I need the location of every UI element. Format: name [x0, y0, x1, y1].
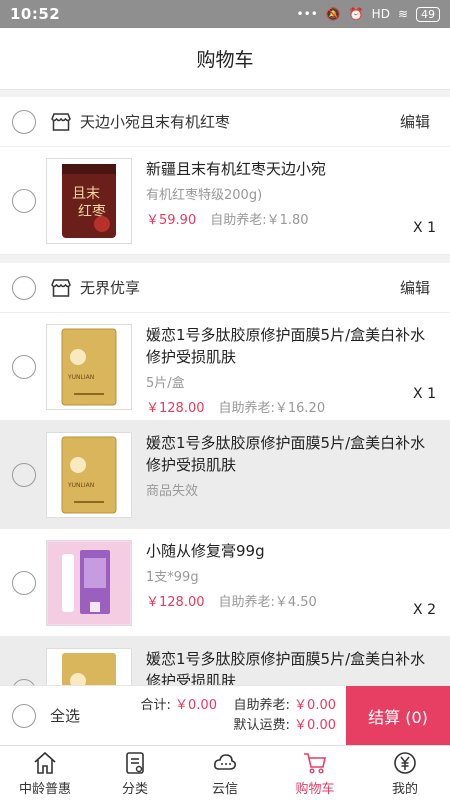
product-image[interactable]: YUNLIAN: [46, 431, 132, 518]
invalid-status: 商品失效: [146, 483, 199, 499]
mute-icon: 🔕: [325, 7, 341, 21]
total-value: ￥0.00: [175, 697, 217, 713]
gold-mask-box-image: YUNLIAN: [61, 328, 117, 405]
tab-cart[interactable]: 购物车: [270, 746, 360, 800]
product-image[interactable]: [46, 539, 132, 626]
tab-label: 中龄普惠: [18, 781, 71, 797]
tab-profile[interactable]: 我的: [360, 746, 450, 800]
product-price: ￥128.00: [146, 400, 205, 416]
totals: 合计: ￥0.00 自助养老: ￥0.00 默认运费: ￥0.00: [141, 696, 337, 736]
edit-button[interactable]: 编辑: [400, 277, 430, 298]
home-icon: [34, 751, 56, 774]
store-section: 天边小宛且末有机红枣 编辑 且末 红枣 新疆且末有机红枣天边小宛 有机红枣特级2…: [0, 97, 450, 255]
battery-level: 49: [416, 6, 440, 22]
cart-item-invalid[interactable]: YUNLIAN 媛恋1号多肽胶原修护面膜5片/盒美白补水修护受损肌肤 商品失效: [0, 421, 450, 529]
gold-mask-box-image: YUNLIAN: [61, 436, 117, 513]
wifi-icon: ≋: [397, 7, 408, 21]
checkout-bar: 全选 合计: ￥0.00 自助养老: ￥0.00 默认运费: ￥0.00 结算 …: [0, 685, 450, 746]
settle-button[interactable]: 结算 (0): [346, 685, 450, 746]
more-dots-icon: •••: [296, 7, 318, 21]
svg-text:且末: 且末: [72, 186, 100, 202]
status-bar: 10:52 ••• 🔕 ⏰ HD ≋ 49: [0, 0, 450, 28]
cart-list[interactable]: 天边小宛且末有机红枣 编辑 且末 红枣 新疆且末有机红枣天边小宛 有机红枣特级2…: [0, 97, 450, 685]
tab-bar: 中龄普惠 分类 云信 购物车 我的: [0, 745, 450, 800]
product-name[interactable]: 媛恋1号多肽胶原修护面膜5片/盒美白补水修护受损肌肤: [146, 432, 438, 476]
tab-home[interactable]: 中龄普惠: [0, 746, 90, 800]
tab-label: 购物车: [295, 781, 335, 797]
tab-category[interactable]: 分类: [90, 746, 180, 800]
total-label: 合计:: [140, 697, 171, 713]
product-spec: 5片/盒: [146, 375, 185, 391]
product-price: ￥59.90: [146, 212, 197, 228]
svg-text:YUNLIAN: YUNLIAN: [67, 374, 94, 381]
item-info: 媛恋1号多肽胶原修护面膜5片/盒美白补水修护受损肌肤: [146, 648, 438, 686]
store-section: 无界优享 编辑 YUNLIAN 媛恋1号多肽胶原修护面膜5片/盒美白补水修护受损…: [0, 263, 450, 685]
page-title: 购物车: [196, 49, 254, 71]
product-spec: 1支*99g: [146, 569, 199, 585]
item-select-radio[interactable]: [12, 570, 36, 595]
pension-amount: 自助养老:￥4.50: [218, 594, 317, 610]
store-name: 无界优享: [80, 279, 141, 297]
pension-amount: 自助养老:￥16.20: [218, 400, 326, 416]
quantity[interactable]: X 1: [413, 220, 436, 236]
store-header: 无界优享 编辑: [0, 263, 450, 313]
network-label: HD: [371, 7, 390, 21]
edit-button[interactable]: 编辑: [400, 111, 430, 132]
alarm-icon: ⏰: [348, 7, 364, 21]
product-name[interactable]: 媛恋1号多肽胶原修护面膜5片/盒美白补水修护受损肌肤: [146, 324, 438, 368]
tab-label: 我的: [391, 781, 418, 797]
store-select-radio[interactable]: [12, 109, 36, 134]
product-spec: 有机红枣特级200g): [146, 187, 263, 203]
svg-text:YUNLIAN: YUNLIAN: [67, 482, 94, 489]
store-header: 天边小宛且末有机红枣 编辑: [0, 97, 450, 147]
cream-tube-image: [48, 541, 130, 624]
pension-label: 自助养老:: [233, 697, 290, 713]
select-all-label[interactable]: 全选: [50, 705, 80, 726]
item-info: 新疆且末有机红枣天边小宛 有机红枣特级200g) ￥59.90 自助养老:￥1.…: [146, 158, 438, 244]
item-select-radio[interactable]: [12, 188, 36, 213]
cart-icon: [304, 752, 326, 774]
gold-mask-box-image: [62, 652, 116, 685]
price-line: ￥59.90 自助养老:￥1.80: [146, 209, 438, 228]
tab-label: 云信: [211, 781, 238, 797]
shipping-value: ￥0.00: [294, 717, 336, 733]
yen-icon: [394, 751, 416, 774]
cart-item-invalid[interactable]: 媛恋1号多肽胶原修护面膜5片/盒美白补水修护受损肌肤: [0, 637, 450, 685]
tab-label: 分类: [121, 781, 148, 797]
status-time: 10:52: [10, 5, 61, 23]
product-image[interactable]: YUNLIAN: [46, 323, 132, 410]
price-line: ￥128.00 自助养老:￥4.50: [146, 591, 438, 610]
item-info: 小随从修复膏99g 1支*99g ￥128.00 自助养老:￥4.50: [146, 540, 438, 626]
store-icon: [51, 112, 71, 131]
store-icon: [51, 278, 71, 297]
jujube-package-image: 且末 红枣: [62, 163, 116, 238]
product-name[interactable]: 媛恋1号多肽胶原修护面膜5片/盒美白补水修护受损肌肤: [146, 648, 438, 686]
quantity[interactable]: X 1: [413, 386, 436, 402]
cloud-message-icon: [214, 753, 236, 770]
category-icon: [126, 751, 144, 774]
item-info: 媛恋1号多肽胶原修护面膜5片/盒美白补水修护受损肌肤 商品失效: [146, 432, 438, 518]
tab-messages[interactable]: 云信: [180, 746, 270, 800]
item-info: 媛恋1号多肽胶原修护面膜5片/盒美白补水修护受损肌肤 5片/盒 ￥128.00 …: [146, 324, 438, 416]
pension-total-value: ￥0.00: [294, 697, 336, 713]
shipping-label: 默认运费:: [233, 717, 290, 733]
product-image[interactable]: [46, 647, 132, 685]
quantity[interactable]: X 2: [413, 602, 436, 618]
product-price: ￥128.00: [146, 594, 205, 610]
product-name[interactable]: 小随从修复膏99g: [146, 540, 438, 562]
pension-amount: 自助养老:￥1.80: [210, 212, 309, 228]
header: 购物车: [0, 28, 450, 90]
cart-item[interactable]: 且末 红枣 新疆且末有机红枣天边小宛 有机红枣特级200g) ￥59.90 自助…: [0, 147, 450, 255]
product-image[interactable]: 且末 红枣: [46, 157, 132, 244]
store-select-radio[interactable]: [12, 275, 36, 300]
product-name[interactable]: 新疆且末有机红枣天边小宛: [146, 158, 438, 180]
select-all-radio[interactable]: [12, 703, 36, 728]
item-select-radio[interactable]: [12, 354, 36, 379]
store-name: 天边小宛且末有机红枣: [80, 113, 231, 131]
status-icons: ••• 🔕 ⏰ HD ≋ 49: [296, 6, 440, 22]
price-line: ￥128.00 自助养老:￥16.20: [146, 397, 438, 416]
cart-item[interactable]: YUNLIAN 媛恋1号多肽胶原修护面膜5片/盒美白补水修护受损肌肤 5片/盒 …: [0, 313, 450, 421]
item-select-radio[interactable]: [12, 462, 36, 487]
cart-item[interactable]: 小随从修复膏99g 1支*99g ￥128.00 自助养老:￥4.50 X 2: [0, 529, 450, 637]
